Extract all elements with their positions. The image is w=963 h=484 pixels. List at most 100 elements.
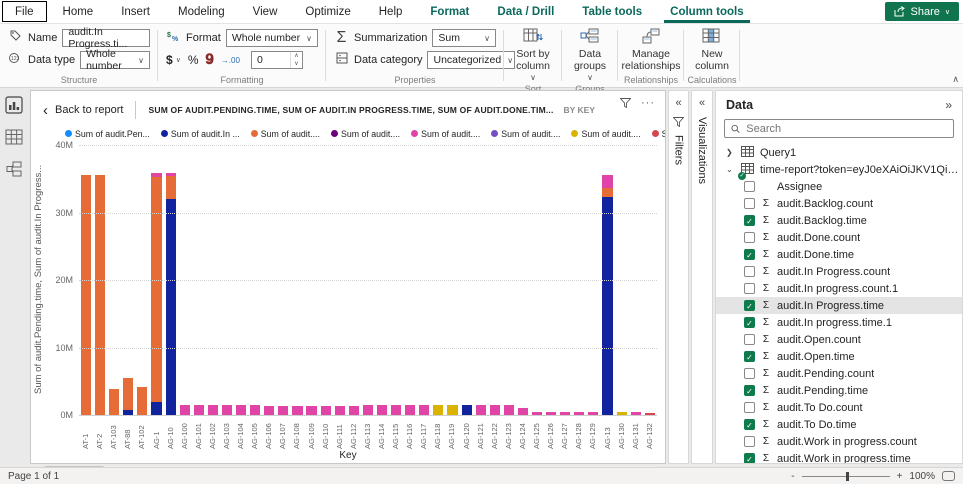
field-row[interactable]: ✓Σaudit.Backlog.time	[716, 212, 962, 229]
filters-pane-title[interactable]: Filters	[673, 135, 685, 165]
collapse-data-pane-icon[interactable]: »	[945, 98, 952, 112]
field-row[interactable]: ✓Σaudit.To Do.time	[716, 416, 962, 433]
table-row[interactable]: ❯Query1	[716, 144, 962, 161]
data-groups-button[interactable]: Data groups∨	[570, 27, 610, 84]
chevron-collapsed-icon[interactable]: ❯	[726, 148, 736, 157]
format-select[interactable]: Whole number∨	[226, 29, 318, 47]
data-view-button[interactable]	[5, 128, 23, 146]
report-view-button[interactable]	[5, 96, 23, 114]
field-checkbox[interactable]: ✓	[744, 419, 755, 430]
field-row[interactable]: Σaudit.Backlog.count	[716, 195, 962, 212]
data-pane: Data » ❯Query1⌄✓time-report?token=eyJ0eX…	[715, 90, 963, 464]
field-row[interactable]: ✓Σaudit.Open.time	[716, 348, 962, 365]
legend-item[interactable]: Sum of audit....	[491, 128, 560, 139]
search-input[interactable]	[746, 123, 947, 135]
summarization-select[interactable]: Sum∨	[432, 29, 496, 47]
field-checkbox[interactable]	[744, 232, 755, 243]
percent-button[interactable]: %	[188, 53, 199, 67]
decimals-spinner[interactable]: 0 ∧∨	[251, 51, 303, 69]
field-row[interactable]: Assignee	[716, 178, 962, 195]
field-checkbox[interactable]	[744, 198, 755, 209]
name-input[interactable]: audit.In Progress.ti...	[62, 29, 150, 47]
field-row[interactable]: ✓Σaudit.Done.time	[716, 246, 962, 263]
legend-item[interactable]: Sum of audit.In ...	[161, 128, 240, 139]
fit-to-page-button[interactable]	[942, 471, 955, 481]
field-checkbox[interactable]	[744, 334, 755, 345]
expand-filters-icon[interactable]: «	[675, 97, 681, 109]
legend-item[interactable]: Sum of au...	[652, 128, 665, 139]
field-checkbox[interactable]: ✓	[744, 351, 755, 362]
zoom-out-button[interactable]: -	[791, 471, 794, 482]
sort-by-column-button[interactable]: Sort by column∨	[512, 27, 554, 84]
menu-tab-view[interactable]: View	[239, 0, 292, 23]
legend-item[interactable]: Sum of audit....	[251, 128, 320, 139]
thousands-separator-button[interactable]: 𝟗	[205, 55, 213, 65]
menu-tab-home[interactable]: Home	[49, 0, 108, 23]
x-axis-label: AT-103	[110, 415, 118, 449]
menu-tab-table-tools[interactable]: Table tools	[568, 0, 656, 23]
field-row[interactable]: Σaudit.Pending.count	[716, 365, 962, 382]
zoom-slider-thumb[interactable]	[846, 472, 849, 481]
expand-visualizations-icon[interactable]: «	[699, 97, 705, 109]
field-row[interactable]: Σaudit.Done.count	[716, 229, 962, 246]
field-checkbox[interactable]: ✓	[744, 300, 755, 311]
bar-segment	[166, 176, 176, 199]
menu-tab-help[interactable]: Help	[365, 0, 417, 23]
menu-tab-optimize[interactable]: Optimize	[291, 0, 364, 23]
field-row[interactable]: ✓Σaudit.In Progress.time	[716, 297, 962, 314]
zoom-in-button[interactable]: +	[897, 471, 903, 482]
new-column-button[interactable]: New column	[692, 27, 732, 72]
field-checkbox[interactable]	[744, 181, 755, 192]
field-checkbox[interactable]: ✓	[744, 453, 755, 464]
field-checkbox[interactable]: ✓	[744, 249, 755, 260]
data-type-select[interactable]: Whole number∨	[80, 51, 150, 69]
field-row[interactable]: ✓Σaudit.In progress.time.1	[716, 314, 962, 331]
zoom-slider[interactable]	[802, 476, 890, 477]
share-button[interactable]: Share ∨	[885, 2, 959, 21]
chevron-expanded-icon[interactable]: ⌄	[726, 165, 736, 174]
field-row[interactable]: Σaudit.Open.count	[716, 331, 962, 348]
more-options-icon[interactable]: ···	[641, 97, 655, 109]
field-row[interactable]: Σaudit.In progress.count.1	[716, 280, 962, 297]
field-checkbox[interactable]	[744, 283, 755, 294]
menu-tab-insert[interactable]: Insert	[107, 0, 164, 23]
field-checkbox[interactable]	[744, 368, 755, 379]
decimal-places-icon[interactable]: →.00	[221, 56, 240, 65]
field-checkbox[interactable]	[744, 266, 755, 277]
field-checkbox[interactable]	[744, 402, 755, 413]
menu-tab-format[interactable]: Format	[416, 0, 483, 23]
spinner-down-icon[interactable]: ∨	[291, 60, 302, 68]
field-row[interactable]: Σaudit.In Progress.count	[716, 263, 962, 280]
back-to-report-button[interactable]: ‹ Back to report	[43, 104, 123, 116]
chevron-down-icon[interactable]: ∨	[176, 56, 181, 64]
manage-relationships-button[interactable]: Manage relationships	[626, 27, 676, 72]
legend-item[interactable]: Sum of audit....	[571, 128, 640, 139]
field-checkbox[interactable]: ✓	[744, 317, 755, 328]
sigma-icon: Σ	[761, 300, 771, 311]
spinner-up-icon[interactable]: ∧	[291, 52, 302, 60]
field-label: audit.To Do.count	[777, 402, 863, 414]
menu-tab-column-tools[interactable]: Column tools	[656, 0, 757, 23]
collapse-ribbon-icon[interactable]: ∧	[952, 74, 959, 85]
currency-button[interactable]: $	[166, 53, 173, 67]
field-checkbox[interactable]	[744, 436, 755, 447]
field-row[interactable]: ✓Σaudit.Work in progress.time	[716, 450, 962, 464]
field-row[interactable]: Σaudit.Work in progress.count	[716, 433, 962, 450]
data-pane-title: Data	[726, 98, 753, 112]
model-view-button[interactable]	[5, 160, 23, 178]
menu-tab-data-drill[interactable]: Data / Drill	[483, 0, 568, 23]
filter-icon[interactable]	[620, 98, 631, 108]
field-row[interactable]: Σaudit.To Do.count	[716, 399, 962, 416]
data-category-select[interactable]: Uncategorized∨	[427, 51, 515, 69]
field-checkbox[interactable]: ✓	[744, 385, 755, 396]
menu-tab-file[interactable]: File	[2, 1, 47, 22]
legend-item[interactable]: Sum of audit....	[331, 128, 400, 139]
field-row[interactable]: ✓Σaudit.Pending.time	[716, 382, 962, 399]
legend-item[interactable]: Sum of audit.Pen...	[65, 128, 150, 139]
table-row[interactable]: ⌄✓time-report?token=eyJ0eXAiOiJKV1QiLCJh…	[716, 161, 962, 178]
search-box[interactable]	[724, 119, 954, 138]
field-checkbox[interactable]: ✓	[744, 215, 755, 226]
visualizations-pane-title[interactable]: Visualizations	[696, 117, 708, 184]
menu-tab-modeling[interactable]: Modeling	[164, 0, 239, 23]
legend-item[interactable]: Sum of audit....	[411, 128, 480, 139]
